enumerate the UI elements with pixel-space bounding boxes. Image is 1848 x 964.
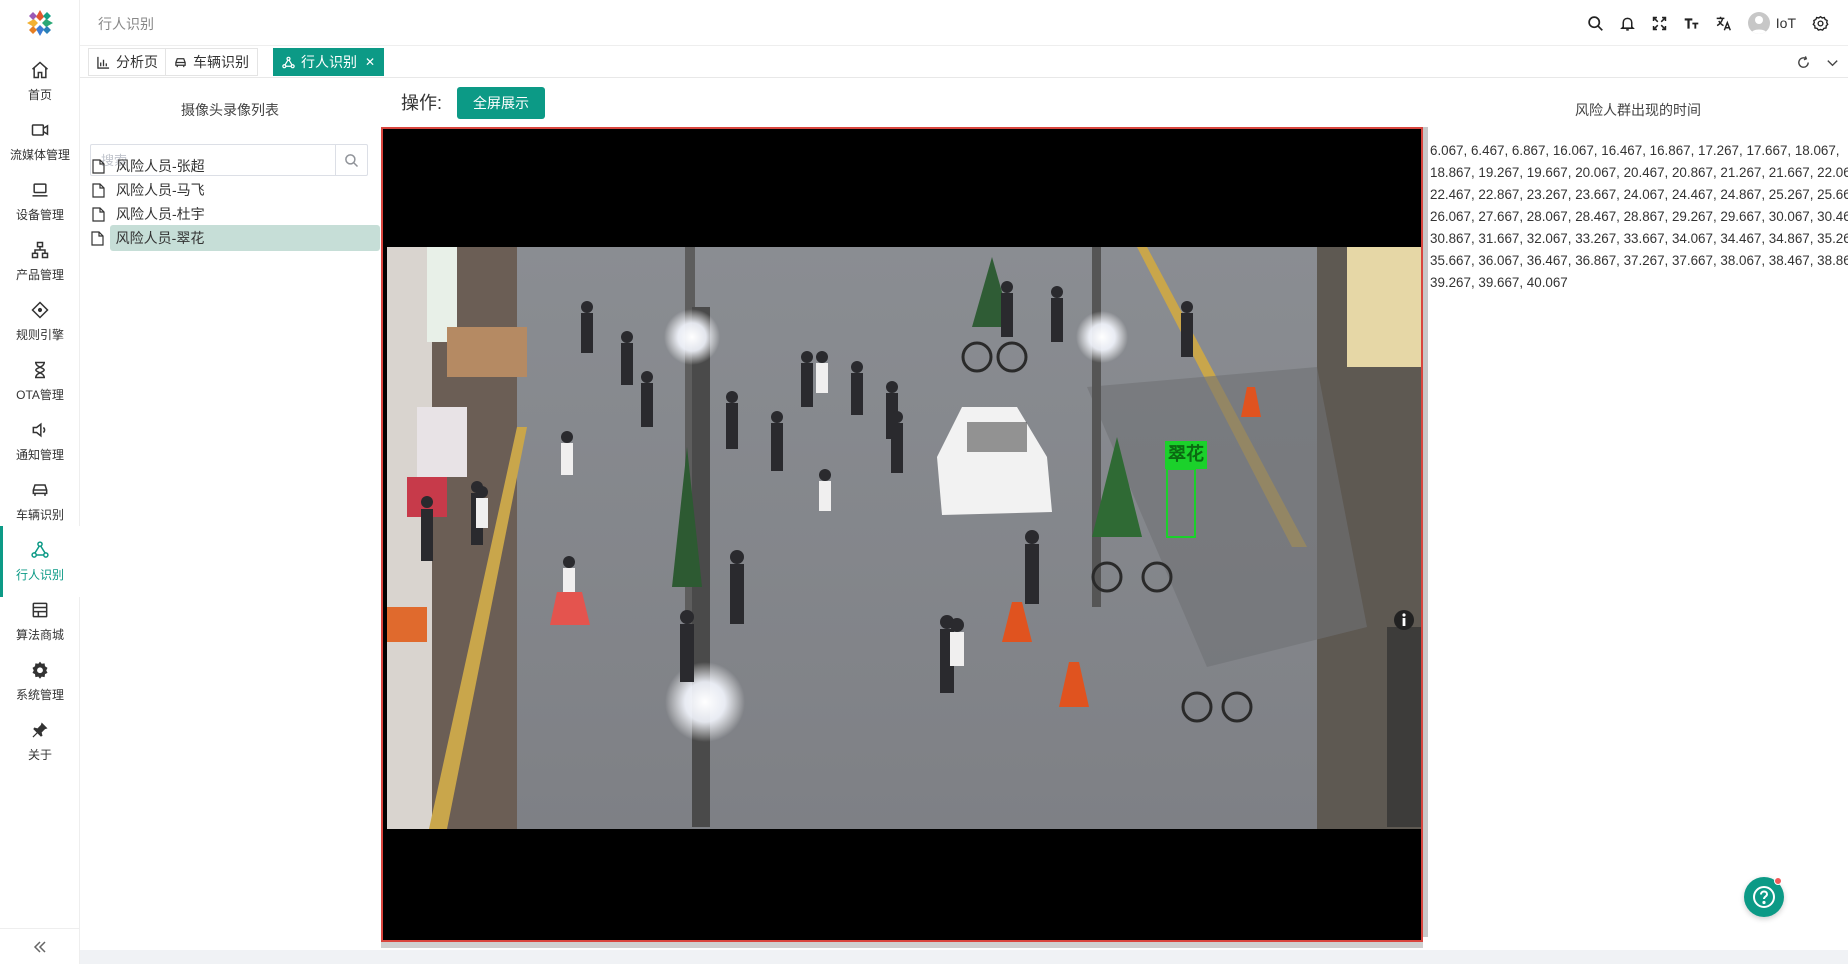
list-item-label: 风险人员-张超 xyxy=(116,158,205,174)
times-line: 6.067, 6.467, 6.867, 16.067, 16.467, 16.… xyxy=(1430,143,1840,158)
sidebar-item-label: 车辆识别 xyxy=(15,508,64,522)
list-item[interactable]: 风险人员-马飞 xyxy=(86,177,380,203)
bar-chart-icon xyxy=(97,56,110,69)
sidebar-item-label: 算法商城 xyxy=(15,628,64,642)
refresh-icon[interactable] xyxy=(1796,55,1811,70)
operation-label: 操作: xyxy=(401,93,443,113)
pedestrian-network-icon xyxy=(31,541,49,558)
video-camera-icon xyxy=(31,124,49,136)
tab-close-button[interactable]: ✕ xyxy=(365,55,375,69)
tab-bar: 分析页 车辆识别 行人识别 ✕ xyxy=(80,46,1848,78)
help-notification-dot xyxy=(1774,877,1782,885)
street-video-frame xyxy=(387,247,1421,829)
fullscreen-toggle-button[interactable] xyxy=(1644,0,1676,46)
times-line: 26.067, 27.667, 28.067, 28.467, 28.867, … xyxy=(1430,209,1848,224)
translate-icon xyxy=(1716,16,1732,31)
times-list: 6.067, 6.467, 6.867, 16.067, 16.467, 16.… xyxy=(1430,140,1848,294)
pin-icon xyxy=(32,722,48,738)
list-item-label: 风险人员-翠花 xyxy=(109,225,380,251)
double-chevron-left-icon xyxy=(33,940,46,953)
list-item-label: 风险人员-马飞 xyxy=(116,182,205,198)
tab-actions xyxy=(1796,46,1840,78)
home-icon xyxy=(32,61,48,79)
risk-times-panel: 风险人群出现的时间 6.067, 6.467, 6.867, 16.067, 1… xyxy=(1428,78,1848,950)
app-logo[interactable] xyxy=(0,0,80,46)
sidebar-item-label: 规则引擎 xyxy=(15,328,64,342)
avatar xyxy=(1747,12,1770,34)
settings-icon xyxy=(1811,15,1829,31)
hourglass-icon xyxy=(35,361,45,379)
search-icon xyxy=(1588,15,1604,31)
video-scrollbar-horizontal[interactable] xyxy=(381,942,1423,948)
times-line: 39.267, 39.667, 40.067 xyxy=(1430,275,1568,290)
tab-label: 车辆识别 xyxy=(193,54,249,70)
page-title: 行人识别 xyxy=(98,16,154,32)
file-icon xyxy=(86,158,110,174)
sidebar-item-label: 系统管理 xyxy=(15,688,64,702)
tab-label: 分析页 xyxy=(116,54,158,70)
info-icon xyxy=(1394,610,1414,630)
language-button[interactable] xyxy=(1708,0,1740,46)
list-item-label: 风险人员-杜宇 xyxy=(116,206,205,222)
speaker-icon xyxy=(32,422,46,438)
header-toolbar: IoT xyxy=(1580,0,1836,46)
user-menu[interactable]: IoT xyxy=(1740,12,1804,34)
bottom-scroll-area xyxy=(80,950,1848,964)
sidebar-item-about[interactable]: 关于 xyxy=(0,706,80,777)
sidebar-item-label: 通知管理 xyxy=(15,448,64,462)
file-icon xyxy=(86,182,110,198)
gear-icon xyxy=(32,661,48,679)
fullscreen-display-button[interactable]: 全屏展示 xyxy=(457,87,545,119)
sidebar-item-label: OTA管理 xyxy=(16,388,64,402)
list-item[interactable]: 风险人员-杜宇 xyxy=(86,201,380,227)
top-header: 行人识别 IoT xyxy=(80,0,1848,46)
sidebar-item-label: 关于 xyxy=(27,748,52,762)
sidebar: 首页 流媒体管理 设备管理 产品管理 规则引擎 OTA管理 通知管理 车辆识别 … xyxy=(0,0,80,964)
sidebar-item-label: 流媒体管理 xyxy=(9,148,70,162)
tab-pedestrian[interactable]: 行人识别 ✕ xyxy=(273,48,385,76)
bell-icon xyxy=(1620,17,1636,31)
sidebar-item-label: 首页 xyxy=(27,88,52,102)
times-line: 18.867, 19.267, 19.667, 20.067, 20.467, … xyxy=(1430,165,1848,180)
notifications-button[interactable] xyxy=(1612,0,1644,46)
user-icon xyxy=(1750,16,1767,34)
car-icon xyxy=(32,484,48,496)
times-line: 35.667, 36.067, 36.467, 36.867, 37.267, … xyxy=(1430,253,1848,268)
times-line: 30.867, 31.667, 32.067, 33.267, 33.667, … xyxy=(1430,231,1848,246)
detection-label: 翠花 xyxy=(1165,441,1207,469)
tab-label: 行人识别 xyxy=(301,54,357,70)
list-item[interactable]: 风险人员-张超 xyxy=(86,153,380,179)
file-icon xyxy=(86,230,110,246)
chevron-down-icon[interactable] xyxy=(1825,55,1840,70)
user-name: IoT xyxy=(1775,15,1796,31)
camera-recording-list-panel: 摄像头录像列表 风险人员-张超 风险人员-马飞 风险人员-杜宇 风险人员-翠花 xyxy=(80,78,380,950)
cluster-icon xyxy=(31,241,49,259)
fullscreen-icon xyxy=(1653,16,1667,30)
text-size-icon xyxy=(1684,17,1699,29)
help-icon xyxy=(1753,886,1775,908)
font-size-button[interactable] xyxy=(1676,0,1708,46)
rule-diamond-icon xyxy=(31,301,49,319)
settings-button[interactable] xyxy=(1804,0,1836,46)
search-button[interactable] xyxy=(1580,0,1612,46)
times-title: 风险人群出现的时间 xyxy=(1575,102,1701,118)
video-player[interactable]: 翠花 xyxy=(381,127,1423,942)
car-icon xyxy=(175,57,186,67)
logo-icon xyxy=(27,10,53,36)
sidebar-collapse-button[interactable] xyxy=(0,928,80,964)
tab-analysis[interactable]: 分析页 xyxy=(88,48,167,76)
detection-bounding-box xyxy=(1166,468,1196,538)
sidebar-item-label: 产品管理 xyxy=(15,268,64,282)
list-title: 摄像头录像列表 xyxy=(181,102,279,118)
list-item-selected[interactable]: 风险人员-翠花 xyxy=(86,225,380,251)
tab-vehicle[interactable]: 车辆识别 xyxy=(165,48,258,76)
file-icon xyxy=(86,206,110,222)
laptop-icon xyxy=(32,183,48,197)
sidebar-item-label: 设备管理 xyxy=(15,208,64,222)
pedestrian-network-icon xyxy=(282,56,295,68)
shop-icon xyxy=(32,602,48,618)
times-line: 22.467, 22.867, 23.267, 23.667, 24.067, … xyxy=(1430,187,1848,202)
sidebar-item-label: 行人识别 xyxy=(15,568,64,582)
